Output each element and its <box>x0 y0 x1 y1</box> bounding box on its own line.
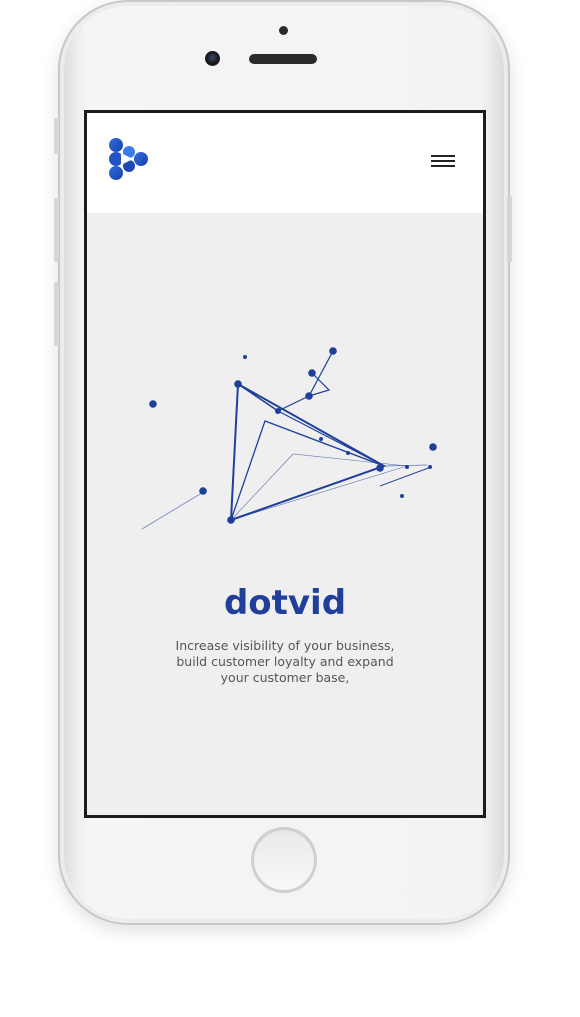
tagline-line: Increase visibility of your business, <box>175 638 395 653</box>
network-triangle-illustration <box>141 347 437 530</box>
power-button <box>507 196 512 262</box>
proximity-sensor-icon <box>279 26 288 35</box>
front-camera-icon <box>205 51 220 66</box>
silent-switch <box>54 118 59 154</box>
hamburger-menu-icon[interactable] <box>431 155 455 169</box>
home-button-icon[interactable] <box>251 827 317 893</box>
hero-tagline: Increase visibility of your business, bu… <box>165 638 405 686</box>
volume-up-button <box>54 198 59 262</box>
site-header <box>87 113 483 213</box>
menu-line <box>431 165 455 167</box>
tagline-line: your customer base, <box>220 670 350 685</box>
brand-title: dotvid <box>223 583 347 623</box>
volume-down-button <box>54 282 59 346</box>
dotvid-logo-icon[interactable] <box>107 137 149 183</box>
phone-screen: dotvid Increase visibility of your busin… <box>84 110 486 818</box>
menu-line <box>431 155 455 157</box>
speaker-grille-icon <box>249 54 317 64</box>
menu-line <box>431 160 455 162</box>
tagline-line: build customer loyalty and expand <box>176 654 394 669</box>
